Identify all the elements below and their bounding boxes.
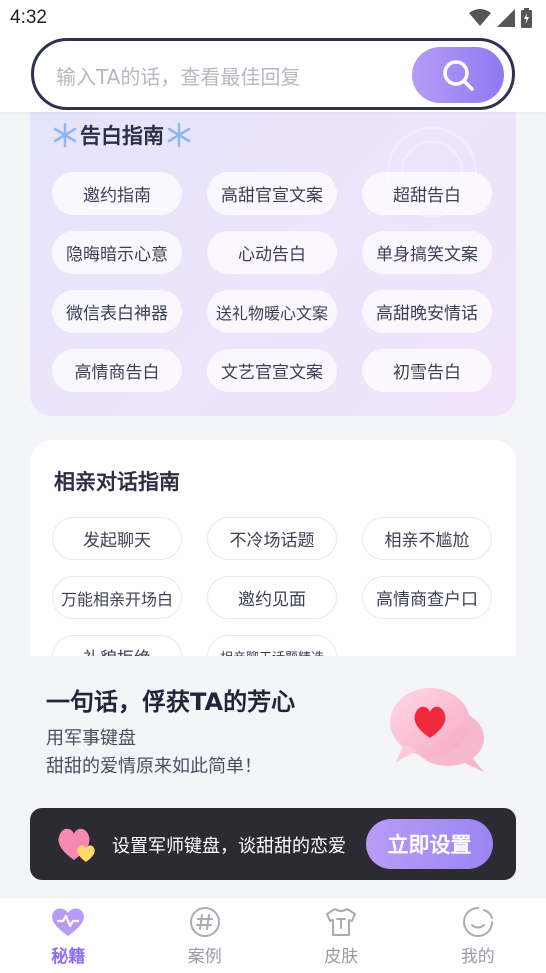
guide-chip[interactable]: 高甜晚安情话	[362, 290, 492, 333]
guide-chip[interactable]: 超甜告白	[362, 172, 492, 215]
blind-date-guide-list: 发起聊天 不冷场话题 相亲不尴尬 万能相亲开场白 邀约见面 高情商查户口 礼貌拒…	[52, 517, 492, 656]
tab-skins[interactable]: 皮肤	[273, 898, 410, 973]
setup-now-button[interactable]: 立即设置	[366, 819, 493, 869]
tab-cases[interactable]: 案例	[137, 898, 274, 973]
tab-label: 秘籍	[51, 942, 85, 967]
guide-content[interactable]: 告白指南 邀约指南 高甜官宣文案 超甜告白 隐晦暗示心意 心动告白 单身搞笑文案…	[0, 112, 546, 656]
search-box	[31, 38, 515, 110]
promo-line-1: 用军事键盘	[46, 724, 136, 750]
tab-label: 皮肤	[324, 942, 358, 967]
guide-chip[interactable]: 邀约指南	[52, 172, 182, 215]
guide-chip[interactable]: 高甜官宣文案	[207, 172, 337, 215]
tab-label: 我的	[461, 942, 495, 967]
confession-guide-card: 告白指南 邀约指南 高甜官宣文案 超甜告白 隐晦暗示心意 心动告白 单身搞笑文案…	[30, 112, 516, 416]
confession-guide-title: 告白指南	[52, 120, 192, 150]
guide-chip[interactable]: 心动告白	[207, 231, 337, 274]
profile-icon	[462, 906, 494, 938]
guide-chip[interactable]: 初雪告白	[362, 349, 492, 392]
guide-chip[interactable]: 文艺官宣文案	[207, 349, 337, 392]
search-icon	[441, 58, 475, 92]
search-input[interactable]	[54, 59, 398, 95]
guide-chip[interactable]: 发起聊天	[52, 517, 182, 560]
search-button[interactable]	[412, 47, 504, 103]
setup-banner: 设置军师键盘，谈甜甜的恋爱 立即设置	[30, 808, 516, 880]
snowflake-icon	[166, 122, 192, 148]
bottom-tab-bar: 秘籍 案例 皮肤 我的	[0, 897, 546, 973]
guide-chip[interactable]: 单身搞笑文案	[362, 231, 492, 274]
hash-icon	[189, 906, 221, 938]
status-bar: 4:32	[0, 0, 546, 36]
blind-date-guide-title: 相亲对话指南	[54, 466, 180, 496]
status-time: 4:32	[10, 7, 47, 29]
guide-chip[interactable]: 微信表白神器	[52, 290, 182, 333]
guide-chip[interactable]: 高情商告白	[52, 349, 182, 392]
tab-label: 案例	[188, 942, 222, 967]
banner-text: 设置军师键盘，谈甜甜的恋爱	[112, 832, 346, 858]
tab-secrets[interactable]: 秘籍	[0, 898, 137, 973]
hearts-icon	[54, 822, 102, 866]
wifi-icon	[469, 9, 491, 27]
tshirt-icon	[324, 906, 358, 938]
promo-title: 一句话，俘获TA的芳心	[46, 682, 295, 717]
tab-mine[interactable]: 我的	[410, 898, 546, 973]
guide-chip[interactable]: 隐晦暗示心意	[52, 231, 182, 274]
status-icons	[469, 8, 532, 28]
promo-line-2: 甜甜的爱情原来如此简单！	[46, 752, 262, 778]
guide-chip[interactable]: 不冷场话题	[207, 517, 337, 560]
search-bar	[0, 36, 546, 112]
blind-date-guide-card: 相亲对话指南 发起聊天 不冷场话题 相亲不尴尬 万能相亲开场白 邀约见面 高情商…	[30, 440, 516, 656]
guide-chip[interactable]: 送礼物暖心文案	[207, 290, 337, 333]
guide-chip[interactable]: 相亲聊天话题精选	[207, 635, 337, 656]
confession-guide-list: 邀约指南 高甜官宣文案 超甜告白 隐晦暗示心意 心动告白 单身搞笑文案 微信表白…	[52, 172, 492, 392]
heart-bubble-icon	[386, 676, 490, 776]
guide-chip[interactable]: 礼貌拒绝	[52, 635, 182, 656]
guide-chip[interactable]: 高情商查户口	[362, 576, 492, 619]
battery-icon	[521, 8, 532, 28]
confession-guide-label: 告白指南	[80, 120, 164, 150]
heart-pulse-icon	[50, 906, 86, 938]
promo-section: 一句话，俘获TA的芳心 用军事键盘 甜甜的爱情原来如此简单！ 设置军师键盘，谈甜…	[0, 656, 546, 896]
signal-icon	[497, 9, 515, 27]
guide-chip[interactable]: 相亲不尴尬	[362, 517, 492, 560]
guide-chip[interactable]: 万能相亲开场白	[52, 576, 182, 619]
snowflake-icon	[52, 122, 78, 148]
guide-chip[interactable]: 邀约见面	[207, 576, 337, 619]
